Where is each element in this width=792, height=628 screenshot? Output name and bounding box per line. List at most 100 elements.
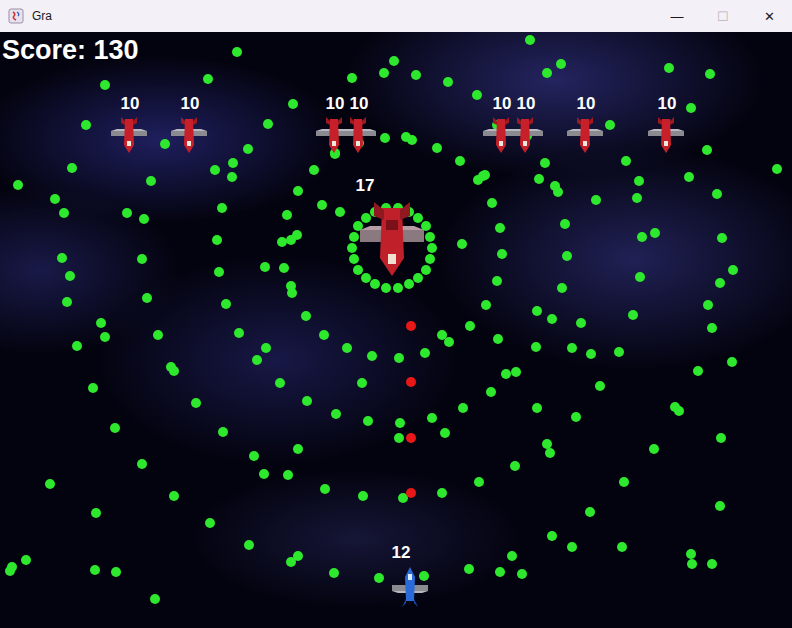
enemy-bullet (72, 341, 82, 351)
enemy-bullet (716, 433, 726, 443)
enemy-bullet (374, 573, 384, 583)
enemy-bullet (363, 416, 373, 426)
enemy-bullet (217, 203, 227, 213)
enemy-bullet (705, 69, 715, 79)
enemy-bullet (619, 477, 629, 487)
enemy-bullet (684, 172, 694, 182)
enemy-bullet (455, 156, 465, 166)
enemy-bullet (293, 444, 303, 454)
enemy-bullet (142, 293, 152, 303)
enemy-bullet (62, 297, 72, 307)
enemy-bullet (649, 444, 659, 454)
enemy-bullet (122, 208, 132, 218)
enemy-bullet (517, 569, 527, 579)
enemy-bullet (50, 194, 60, 204)
enemy-bullet (487, 198, 497, 208)
enemy-bullet (96, 318, 106, 328)
enemy-bullet (474, 477, 484, 487)
enemy-bullet (13, 180, 23, 190)
enemy-bullet (712, 189, 722, 199)
enemy-plane-icon (565, 115, 605, 155)
enemy-bullet (707, 559, 717, 569)
enemy-bullet (234, 328, 244, 338)
enemy-hp-label: 10 (320, 94, 350, 114)
enemy-bullet (389, 56, 399, 66)
enemy-plane-icon (109, 115, 149, 155)
enemy-bullet (419, 571, 429, 581)
enemy-bullet (495, 223, 505, 233)
enemy-bullet (510, 461, 520, 471)
enemy-bullet (283, 470, 293, 480)
enemy-bullet (395, 418, 405, 428)
enemy-bullet (320, 484, 330, 494)
enemy-bullet (532, 403, 542, 413)
enemy-bullet (67, 163, 77, 173)
enemy-bullet (464, 564, 474, 574)
enemy-bullet (110, 423, 120, 433)
enemy-bullet (319, 330, 329, 340)
enemy-bullet (227, 172, 237, 182)
enemy-bullet (628, 310, 638, 320)
enemy-bullet (703, 300, 713, 310)
window-control-button[interactable]: ✕ (746, 0, 792, 32)
enemy-bullet (591, 195, 601, 205)
enemy-bullet (394, 353, 404, 363)
enemy-bullet (349, 232, 359, 242)
enemy-bullet (302, 396, 312, 406)
window-control-button[interactable]: — (654, 0, 700, 32)
enemy-hp-label: 10 (344, 94, 374, 114)
player-bullet (406, 377, 416, 387)
enemy-bullet (261, 343, 271, 353)
enemy-bullet (139, 214, 149, 224)
enemy-bullet (59, 208, 69, 218)
enemy-bullet (670, 402, 680, 412)
enemy-bullet (275, 378, 285, 388)
enemy-bullet (542, 68, 552, 78)
enemy-bullet (545, 448, 555, 458)
enemy-bullet (367, 351, 377, 361)
java-icon (8, 8, 24, 24)
enemy-bullet (501, 369, 511, 379)
enemy-bullet (357, 378, 367, 388)
player-bullet (406, 433, 416, 443)
enemy-bullet (432, 143, 442, 153)
enemy-bullet (91, 508, 101, 518)
window-control-button[interactable]: ☐ (700, 0, 746, 32)
player-plane-icon (390, 565, 430, 609)
window-title: Gra (32, 9, 52, 23)
enemy-bullet (252, 355, 262, 365)
enemy-bullet (532, 306, 542, 316)
enemy-bullet (617, 542, 627, 552)
enemy-bullet (286, 281, 296, 291)
enemy-bullet (495, 567, 505, 577)
enemy-bullet (293, 186, 303, 196)
enemy-bullet (443, 77, 453, 87)
enemy-bullet (557, 283, 567, 293)
enemy-bullet (571, 412, 581, 422)
enemy-bullet (605, 120, 615, 130)
enemy-bullet (702, 145, 712, 155)
enemy-bullet (507, 551, 517, 561)
enemy-bullet (353, 265, 363, 275)
enemy-bullet (21, 555, 31, 565)
enemy-bullet (361, 273, 371, 283)
enemy-bullet (728, 265, 738, 275)
enemy-bullet (427, 413, 437, 423)
enemy-bullet (444, 337, 454, 347)
enemy-bullet (547, 314, 557, 324)
enemy-bullet (585, 507, 595, 517)
enemy-plane-icon (646, 115, 686, 155)
enemy-bullet (393, 283, 403, 293)
enemy-bullet (259, 469, 269, 479)
enemy-bullet (637, 232, 647, 242)
player-bullet (406, 488, 416, 498)
enemy-bullet (437, 488, 447, 498)
enemy-bullet (707, 323, 717, 333)
enemy-bullet (486, 387, 496, 397)
enemy-bullet (218, 427, 228, 437)
enemy-plane-icon (338, 115, 378, 155)
enemy-bullet (263, 119, 273, 129)
enemy-bullet (205, 518, 215, 528)
enemy-bullet (146, 176, 156, 186)
enemy-bullet (437, 330, 447, 340)
